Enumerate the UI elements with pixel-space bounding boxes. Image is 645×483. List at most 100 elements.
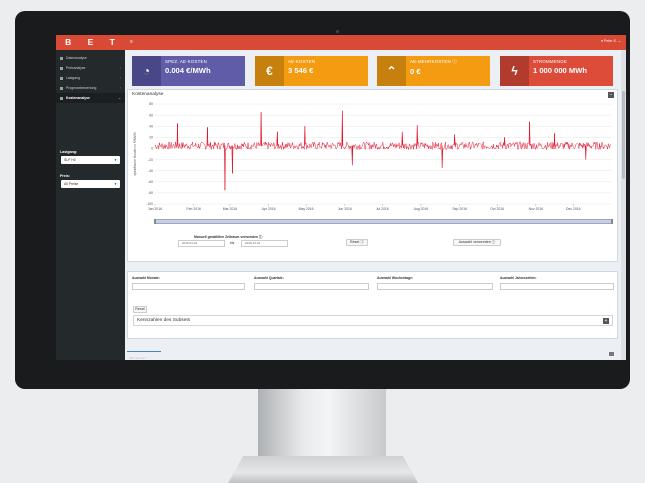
expand-button[interactable]: + [603, 318, 609, 324]
months-select[interactable] [132, 283, 245, 290]
chevron-left-icon: ‹ [119, 86, 121, 90]
filters-box: Auswahl Monate: Auswahl Quartale: Auswah… [127, 271, 618, 339]
kpi-value: 3 546 € [288, 66, 314, 75]
weekdays-label: Auswahl Wochentage: [377, 276, 414, 280]
sidebar-item-label: Datenanalyse [66, 56, 87, 60]
x-tick-label: Dec 2016 [566, 207, 581, 211]
kpi-ae-mehrkosten: ⌃ AE-MEHRKOSTEN ⓘ 0 € [377, 56, 490, 86]
kpi-spez-ae-kosten: ◔ SPEZ. AE-KOSTEN 0.004 €/MWh [132, 56, 245, 86]
seasons-label: Auswahl Jahreszeiten: [500, 276, 537, 280]
monitor-stand [258, 389, 386, 461]
date-from-input[interactable]: 2016-01-01 [178, 240, 225, 247]
brand-logo[interactable]: B E T [56, 35, 125, 50]
range-navigator[interactable] [154, 219, 613, 224]
preis-select[interactable]: All Preise ▼ [61, 180, 120, 188]
chevrons-up-icon: ⌃ [377, 56, 406, 86]
scrollbar-thumb[interactable] [622, 91, 625, 179]
filters-reset-button[interactable]: Reset [133, 306, 147, 313]
range-handle-left[interactable] [154, 219, 156, 224]
preis-value: All Preise [64, 182, 79, 186]
gauge-icon: ◔ [132, 56, 161, 86]
chart-box-title: Kostenanalyse [132, 92, 164, 97]
y-tick-label: -100 [146, 202, 153, 206]
months-label: Auswahl Monate: [132, 276, 160, 280]
kpi-label: AE-MEHRKOSTEN ⓘ [410, 59, 457, 64]
sidebar-item-label: Prognosebewertung [66, 86, 97, 90]
sidebar: B E T Datenanalyse Preisanalyse ‹ Lastga… [56, 35, 125, 360]
subset-panel-header[interactable]: Kennzahlen des Subsets + [133, 315, 613, 326]
euro-icon: € [255, 56, 284, 86]
list-icon [60, 56, 63, 60]
info-icon: ⓘ [360, 240, 364, 244]
monitor-base [228, 456, 418, 483]
kpi-value: 0 € [410, 67, 421, 76]
list-icon [60, 66, 63, 70]
print-icon[interactable] [609, 352, 614, 356]
sidebar-item-kostenanalyse[interactable]: Kostenanalyse ⌄ [56, 93, 125, 103]
chevron-left-icon: ‹ [119, 76, 121, 80]
y-tick-label: 80 [149, 102, 153, 106]
range-handle-right[interactable] [611, 219, 613, 224]
preis-label: Preis: [60, 174, 70, 178]
sidebar-nav: Datenanalyse Preisanalyse ‹ Lastgang ‹ P… [56, 50, 125, 103]
manual-range-label: Manuell gewählten Zeitraum verwenden ⓘ [194, 235, 263, 239]
sidebar-item-label: Kostenanalyse [66, 96, 90, 100]
chevron-down-icon: ⌄ [118, 96, 121, 100]
camera-dot [336, 30, 339, 33]
kpi-value: 1 000 000 MWh [533, 66, 588, 75]
lastgang-select[interactable]: SLP H0 ▼ [61, 156, 120, 164]
y-tick-label: 20 [149, 136, 153, 140]
sidebar-item-label: Preisanalyse [66, 66, 86, 70]
sidebar-item-lastgang[interactable]: Lastgang ‹ [56, 73, 125, 83]
bolt-icon: ϟ [500, 56, 529, 86]
lastgang-value: SLP H0 [64, 158, 76, 162]
y-tick-label: 60 [149, 113, 153, 117]
y-tick-label: -40 [148, 169, 153, 173]
x-tick-label: Feb 2016 [187, 207, 201, 211]
sidebar-item-prognosebewertung[interactable]: Prognosebewertung ‹ [56, 83, 125, 93]
quarters-select[interactable] [254, 283, 369, 290]
hamburger-icon[interactable]: ≡ [130, 39, 133, 45]
chart-box: Kostenanalyse − 80 60 40 20 0 -20 -40 -60 -80 -10… [127, 89, 618, 262]
kpi-strommenge: ϟ STROMMENGE 1 000 000 MWh [500, 56, 613, 86]
reset-button[interactable]: Reset ⓘ [346, 239, 368, 246]
info-icon[interactable]: ⓘ [452, 59, 457, 64]
footer-tab-label: Jahr Fenster [129, 356, 146, 360]
list-icon [60, 96, 63, 100]
user-menu[interactable]: ● Peter E. ⌄ [601, 39, 621, 43]
caret-down-icon: ⌄ [617, 39, 621, 43]
x-tick-label: Mar 2016 [223, 207, 237, 211]
apply-selection-button[interactable]: Auswahl verwenden ⓘ [453, 239, 501, 246]
list-icon [60, 86, 63, 90]
x-tick-label: Apr 2016 [262, 207, 276, 211]
y-tick-label: 40 [149, 124, 153, 128]
x-tick-label: Aug 2016 [414, 207, 429, 211]
collapse-button[interactable]: − [608, 92, 614, 98]
list-icon [60, 76, 63, 80]
caret-down-icon: ▼ [114, 158, 117, 162]
y-tick-label: 0 [151, 147, 153, 151]
quarters-label: Auswahl Quartale: [254, 276, 284, 280]
seasons-select[interactable] [500, 283, 614, 290]
x-tick-label: Nov 2016 [529, 207, 544, 211]
cost-chart[interactable]: 80 60 40 20 0 -20 -40 -60 -80 -100Jan 2016 Feb 201… [128, 101, 617, 219]
app-screen: B E T Datenanalyse Preisanalyse ‹ Lastga… [56, 35, 626, 360]
x-tick-label: Jul 2016 [376, 207, 389, 211]
date-to-input[interactable]: 2016-12-31 [241, 240, 288, 247]
footer-tab[interactable]: Jahr Fenster [127, 351, 161, 360]
lastgang-label: Lastgang: [60, 150, 78, 154]
x-tick-label: Oct 2016 [490, 207, 504, 211]
info-icon[interactable]: ⓘ [259, 235, 262, 239]
weekdays-select[interactable] [377, 283, 493, 290]
y-tick-label: -60 [148, 180, 153, 184]
topbar: ≡ ● Peter E. ⌄ [125, 35, 626, 50]
scrollbar[interactable] [621, 50, 626, 360]
x-tick-label: Jun 2016 [338, 207, 352, 211]
sidebar-item-preisanalyse[interactable]: Preisanalyse ‹ [56, 63, 125, 73]
user-name: Peter E. [604, 39, 617, 43]
y-axis-label: spezifische Kosten in €/MWh [133, 132, 137, 176]
sidebar-item-datenanalyse[interactable]: Datenanalyse [56, 53, 125, 63]
y-tick-label: -80 [148, 191, 153, 195]
series-line [154, 110, 611, 191]
